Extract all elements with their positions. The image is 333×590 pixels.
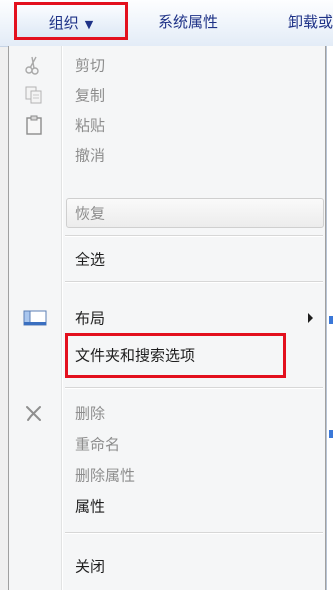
- cut-icon: [23, 54, 45, 76]
- delete-icon: [23, 402, 45, 424]
- organize-button[interactable]: 组织 ▼: [14, 2, 128, 40]
- menu-separator: [65, 281, 323, 283]
- menu-item-label: 布局: [75, 309, 106, 328]
- chevron-down-icon: ▼: [84, 18, 94, 31]
- menu-item-properties[interactable]: 属性: [9, 491, 327, 521]
- menu-item-layout[interactable]: 布局: [9, 303, 327, 333]
- background-marker: [329, 316, 333, 324]
- menu-item-undo[interactable]: 撤消: [9, 140, 327, 170]
- submenu-arrow-icon: [308, 313, 313, 323]
- menu-item-rename[interactable]: 重命名: [9, 429, 327, 459]
- menu-item-label: 撤消: [75, 146, 106, 165]
- organize-menu: 剪切 复制 粘贴 撤消 恢复 全选 布局 文件夹和搜索选项 删除 重命名 删除属…: [8, 46, 326, 590]
- menu-item-cut[interactable]: 剪切: [9, 50, 327, 80]
- menu-item-label: 关闭: [75, 557, 106, 576]
- menu-item-label: 删除: [75, 404, 106, 423]
- organize-label: 组织: [48, 14, 79, 32]
- menu-separator: [65, 532, 323, 534]
- menu-item-label: 全选: [75, 250, 106, 269]
- copy-icon: [23, 84, 45, 106]
- menu-item-close[interactable]: 关闭: [9, 551, 327, 581]
- layout-icon: [23, 307, 47, 329]
- menu-separator: [65, 387, 323, 389]
- menu-item-label: 粘贴: [75, 116, 106, 135]
- menu-item-paste[interactable]: 粘贴: [9, 110, 327, 140]
- menu-item-label: 属性: [75, 497, 106, 516]
- menu-item-label: 重命名: [75, 435, 121, 454]
- menu-item-delete[interactable]: 删除: [9, 398, 327, 428]
- menu-separator: [65, 235, 323, 237]
- menu-item-label: 删除属性: [75, 466, 136, 485]
- background-marker: [329, 430, 333, 438]
- uninstall-button[interactable]: 卸载或: [288, 6, 333, 38]
- toolbar: 组织 ▼ 系统属性 卸载或: [0, 0, 333, 47]
- menu-item-label: 剪切: [75, 56, 106, 75]
- menu-item-label: 恢复: [75, 204, 106, 223]
- menu-item-label: 文件夹和搜索选项: [75, 346, 196, 365]
- menu-item-redo[interactable]: 恢复: [9, 198, 327, 228]
- menu-item-copy[interactable]: 复制: [9, 80, 327, 110]
- menu-item-remove-properties[interactable]: 删除属性: [9, 460, 327, 490]
- paste-icon: [23, 114, 45, 136]
- background-window-edge: [326, 46, 333, 590]
- menu-item-folder-options[interactable]: 文件夹和搜索选项: [9, 340, 327, 370]
- menu-item-select-all[interactable]: 全选: [9, 244, 327, 274]
- menu-item-label: 复制: [75, 86, 106, 105]
- system-properties-button[interactable]: 系统属性: [158, 6, 218, 38]
